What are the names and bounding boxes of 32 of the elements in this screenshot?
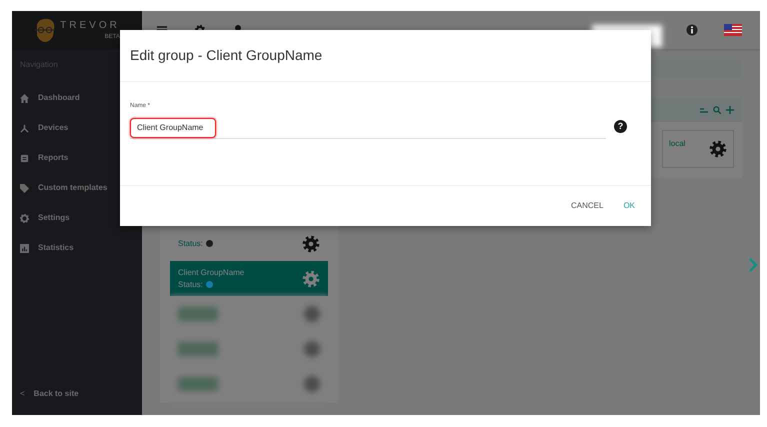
sort-icon[interactable] — [700, 106, 708, 114]
status-label: Status: — [178, 238, 213, 250]
logo-text: TREVOR — [60, 19, 120, 33]
info-icon[interactable] — [686, 24, 698, 36]
name-field[interactable]: Client GroupName — [130, 118, 216, 138]
logo-icon — [34, 18, 56, 42]
sidebar-item[interactable]: Reports — [12, 143, 142, 173]
back-glyph-icon: < — [20, 388, 25, 400]
tag-icon — [20, 184, 29, 192]
document-icon — [20, 154, 29, 162]
device-card[interactable]: local — [662, 130, 734, 168]
add-icon[interactable] — [726, 106, 734, 114]
status-label: Status: — [178, 278, 244, 290]
settings-icon — [20, 214, 29, 222]
sidebar-item[interactable]: Statistics — [12, 233, 142, 263]
search-icon[interactable] — [713, 106, 721, 114]
cancel-button[interactable]: CANCEL — [562, 196, 612, 216]
gear-icon[interactable] — [302, 234, 320, 252]
group-item[interactable]: Client GroupName Status: — [170, 261, 328, 296]
ok-button[interactable]: OK — [615, 196, 643, 216]
sidebar-item[interactable]: Settings — [12, 203, 142, 233]
chart-icon — [20, 244, 29, 252]
back-link[interactable]: < Back to site — [12, 379, 142, 409]
gear-icon[interactable] — [709, 140, 727, 158]
group-name: Client GroupName — [178, 266, 244, 278]
help-icon[interactable]: ? — [614, 120, 627, 133]
network-icon — [20, 124, 29, 132]
device-name: local — [669, 138, 686, 150]
dialog-title: Edit group - Client GroupName — [120, 30, 651, 82]
flag-icon[interactable] — [724, 24, 742, 36]
home-icon — [20, 94, 29, 102]
sidebar-item[interactable]: Custom templates — [12, 173, 142, 203]
